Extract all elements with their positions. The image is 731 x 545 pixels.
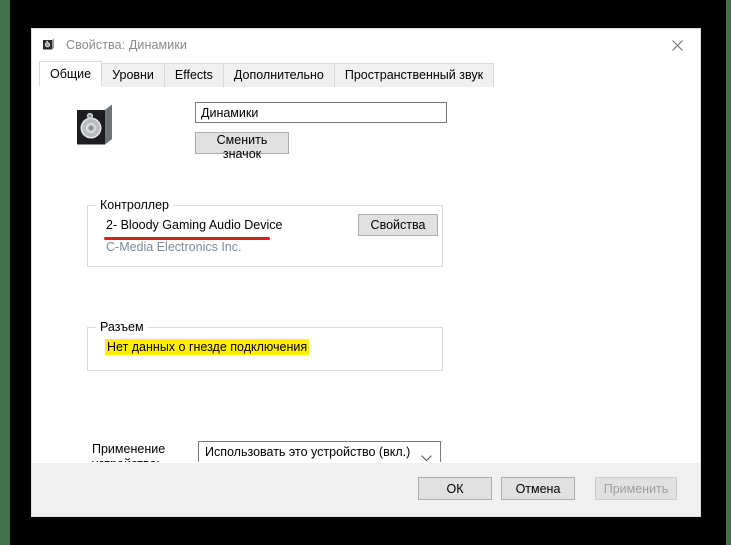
controller-group: Контроллер 2- Bloody Gaming Audio Device… [87,198,443,267]
close-icon[interactable] [654,29,700,61]
speaker-properties-dialog: Свойства: Динамики Общие Уровни Effects … [31,28,701,517]
tab-label: Дополнительно [233,68,324,82]
speaker-icon [71,101,117,149]
tab-panel-general: Сменить значок Контроллер 2- Bloody Gami… [32,87,700,516]
jack-status-text: Нет данных о гнезде подключения [105,339,310,355]
device-name-input[interactable] [195,102,447,123]
device-usage-select[interactable]: Использовать это устройство (вкл.) [198,441,441,464]
jack-group: Разъем Нет данных о гнезде подключения [87,320,443,371]
controller-vendor: C-Media Electronics Inc. [106,240,242,254]
tab-urovni[interactable]: Уровни [101,63,165,87]
change-icon-button[interactable]: Сменить значок [195,132,289,161]
tab-dopolnitelno[interactable]: Дополнительно [222,63,335,87]
titlebar: Свойства: Динамики [32,29,700,61]
tab-label: Пространственный звук [344,68,484,82]
tab-prostranstvennyy-zvuk[interactable]: Пространственный звук [333,63,495,87]
speaker-properties-icon [41,37,57,53]
controller-group-legend: Контроллер [96,198,173,212]
window-title: Свойства: Динамики [66,38,187,52]
controller-properties-button[interactable]: Свойства [358,214,438,236]
tab-label: Effects [174,68,213,82]
controller-device-name: 2- Bloody Gaming Audio Device [106,218,283,232]
desktop-background-right [726,0,731,545]
ok-button[interactable]: ОК [418,477,492,500]
tab-obshchie[interactable]: Общие [39,61,103,87]
device-usage-selected-value: Использовать это устройство (вкл.) [205,445,411,459]
apply-button: Применить [595,477,677,500]
dialog-footer: ОК Отмена Применить [32,462,700,516]
tab-label: Общие [50,67,92,81]
tab-effects[interactable]: Effects [163,63,224,87]
cancel-button[interactable]: Отмена [501,477,575,500]
tab-label: Уровни [112,68,154,82]
jack-group-legend: Разъем [96,320,148,334]
tabstrip: Общие Уровни Effects Дополнительно Прост… [32,61,700,87]
desktop-background-left [0,0,10,545]
